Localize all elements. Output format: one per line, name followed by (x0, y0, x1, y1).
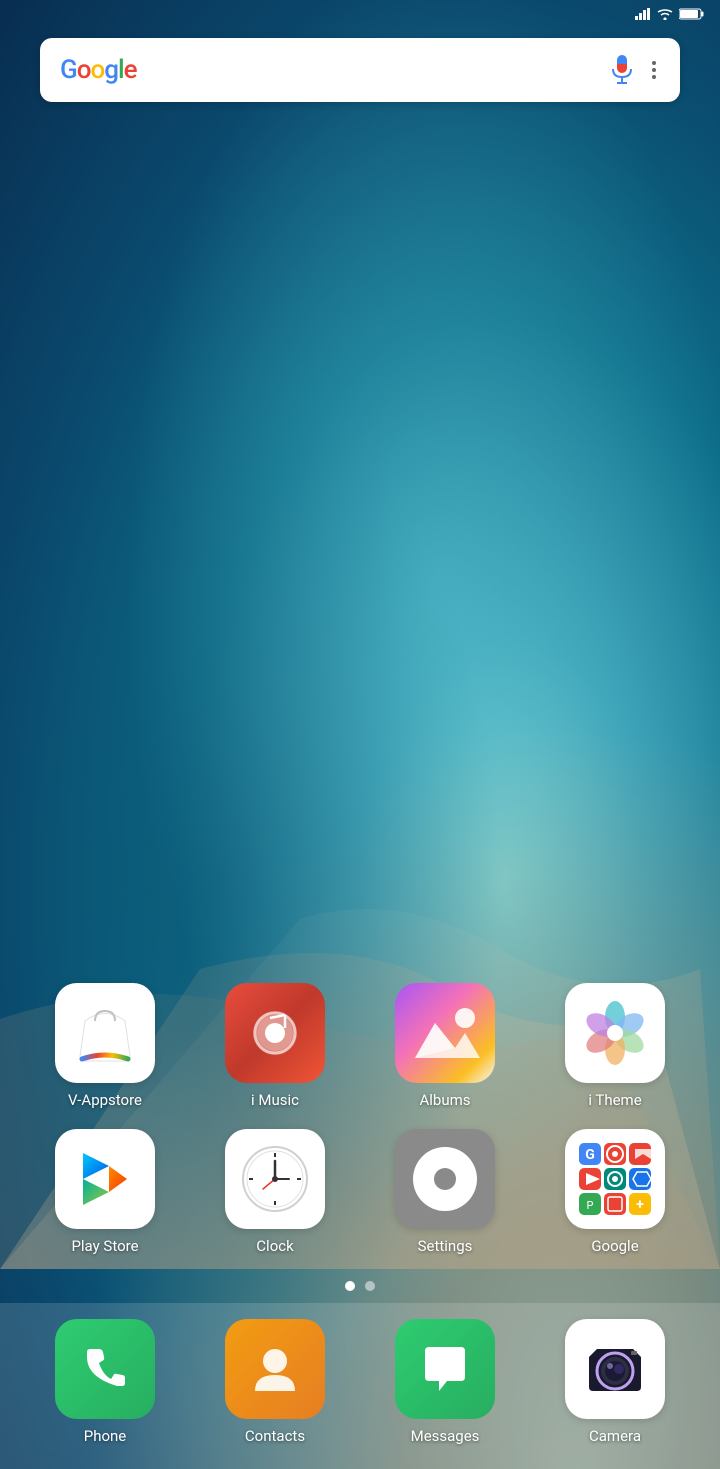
imusic-icon (225, 983, 325, 1083)
app-item-contacts[interactable]: Contacts (210, 1319, 340, 1445)
albums-icon (395, 983, 495, 1083)
app-item-itheme[interactable]: i Theme (550, 983, 680, 1109)
app-item-albums[interactable]: Albums (380, 983, 510, 1109)
messages-label: Messages (411, 1427, 480, 1445)
app-item-phone[interactable]: Phone (40, 1319, 170, 1445)
page-dot-2[interactable] (365, 1281, 375, 1291)
vappstore-label: V-Appstore (68, 1091, 142, 1109)
vappstore-icon (55, 983, 155, 1083)
google-logo: Google (60, 55, 137, 85)
playstore-label: Play Store (71, 1237, 138, 1255)
google-folder-label: Google (591, 1237, 638, 1255)
battery-icon (679, 8, 704, 20)
app-item-playstore[interactable]: Play Store (40, 1129, 170, 1255)
clock-icon (225, 1129, 325, 1229)
dock: Phone Contacts Messages (0, 1303, 720, 1469)
clock-label: Clock (256, 1237, 293, 1255)
svg-text:P: P (587, 1199, 594, 1212)
playstore-icon (55, 1129, 155, 1229)
imusic-label: i Music (251, 1091, 299, 1109)
search-bar-container: Google (0, 28, 720, 102)
svg-text:+: + (636, 1197, 644, 1213)
camera-icon (565, 1319, 665, 1419)
contacts-label: Contacts (245, 1427, 305, 1445)
app-item-vappstore[interactable]: V-Appstore (40, 983, 170, 1109)
camera-label: Camera (589, 1427, 641, 1445)
albums-label: Albums (419, 1091, 470, 1109)
app-row-1: V-Appstore (20, 973, 700, 1119)
page-dot-1[interactable] (345, 1281, 355, 1291)
app-item-messages[interactable]: Messages (380, 1319, 510, 1445)
app-item-settings[interactable]: Settings (380, 1129, 510, 1255)
search-bar[interactable]: Google (40, 38, 680, 102)
messages-icon (395, 1319, 495, 1419)
status-bar (0, 0, 720, 28)
phone-label: Phone (84, 1427, 127, 1445)
settings-icon (395, 1129, 495, 1229)
app-item-camera[interactable]: Camera (550, 1319, 680, 1445)
app-item-clock[interactable]: Clock (210, 1129, 340, 1255)
itheme-label: i Theme (588, 1091, 641, 1109)
app-rows: V-Appstore (0, 973, 720, 1265)
more-options-button[interactable] (648, 57, 660, 83)
mic-icon[interactable] (608, 52, 636, 88)
svg-text:G: G (585, 1147, 595, 1163)
app-row-2: Play Store (20, 1119, 700, 1265)
screen-content: Google (0, 0, 720, 1469)
contacts-icon (225, 1319, 325, 1419)
app-item-imusic[interactable]: i Music (210, 983, 340, 1109)
signal-icon (635, 8, 651, 20)
phone-icon (55, 1319, 155, 1419)
page-indicators (0, 1265, 720, 1303)
app-grid-area: V-Appstore (0, 102, 720, 1303)
itheme-icon (565, 983, 665, 1083)
google-folder-icon: G (565, 1129, 665, 1229)
wifi-icon (657, 8, 673, 20)
settings-label: Settings (418, 1237, 473, 1255)
status-icons (635, 8, 704, 20)
app-item-google-folder[interactable]: G (550, 1129, 680, 1255)
